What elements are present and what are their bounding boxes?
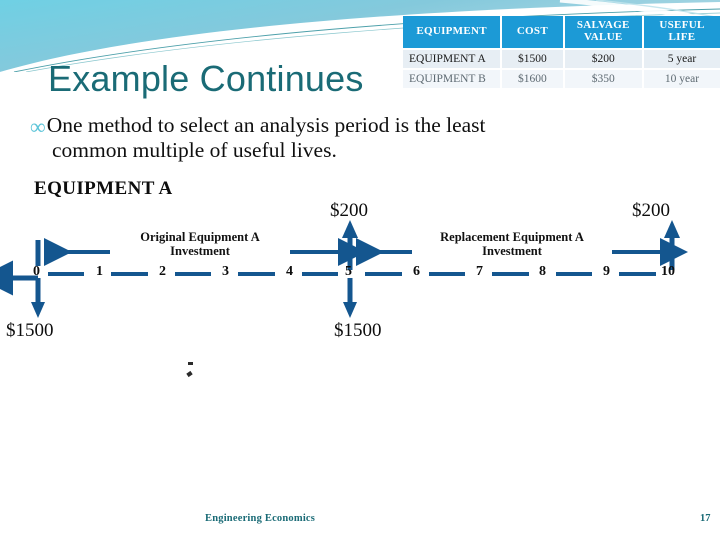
column-header-cost: COST bbox=[501, 16, 565, 51]
cell-equipment-name: EQUIPMENT B bbox=[403, 69, 503, 91]
bullet-line-1: One method to select an analysis period … bbox=[46, 113, 486, 137]
bullet-glyph-icon: ∞ bbox=[30, 114, 46, 139]
content-placeholder-upper bbox=[36, 358, 198, 380]
tick-label-10: 10 bbox=[661, 264, 675, 279]
tick-label-5: 5 bbox=[345, 264, 352, 279]
bullet-text: ∞One method to select an analysis period… bbox=[30, 113, 675, 164]
cell-equipment-name: EQUIPMENT A bbox=[403, 49, 503, 71]
tick-label-7: 7 bbox=[476, 264, 483, 279]
table-row: EQUIPMENT B $1600 $350 10 year bbox=[403, 69, 720, 91]
column-header-useful-life: USEFUL LIFE bbox=[642, 16, 720, 51]
table-header: EQUIPMENT COST SALVAGE VALUE USEFUL LIFE bbox=[403, 16, 720, 51]
useful-header-line1: USEFUL bbox=[659, 19, 705, 31]
footer-page-number: 17 bbox=[700, 513, 711, 524]
bullet-block: ∞One method to select an analysis period… bbox=[30, 113, 675, 164]
cell-cost: $1500 bbox=[501, 49, 565, 71]
useful-header-line2: LIFE bbox=[668, 30, 696, 43]
tick-label-0: 0 bbox=[33, 264, 40, 279]
content-placeholder-lower bbox=[36, 386, 366, 472]
table-header-row: EQUIPMENT COST SALVAGE VALUE USEFUL LIFE bbox=[403, 16, 720, 51]
cell-salvage-value: $200 bbox=[563, 49, 644, 71]
equipment-table: EQUIPMENT COST SALVAGE VALUE USEFUL LIFE… bbox=[403, 16, 720, 91]
tick-label-1: 1 bbox=[96, 264, 103, 279]
table-row: EQUIPMENT A $1500 $200 5 year bbox=[403, 49, 720, 71]
artifact-mark bbox=[188, 362, 193, 365]
cell-cost: $1600 bbox=[501, 69, 565, 91]
column-header-equipment: EQUIPMENT bbox=[403, 16, 503, 51]
footer-course-name: Engineering Economics bbox=[205, 513, 316, 524]
table-body: EQUIPMENT A $1500 $200 5 year EQUIPMENT … bbox=[403, 49, 720, 91]
tick-label-3: 3 bbox=[222, 264, 229, 279]
tick-label-9: 9 bbox=[603, 264, 610, 279]
bullet-line-2: common multiple of useful lives. bbox=[52, 138, 337, 163]
salvage-header-line1: SALVAGE bbox=[576, 19, 630, 31]
timeline-tick-labels: 0 1 2 3 4 5 6 7 8 9 10 bbox=[0, 264, 720, 284]
page-title: Example Continues bbox=[48, 58, 364, 99]
cell-useful-life: 5 year bbox=[642, 49, 720, 71]
cell-useful-life: 10 year bbox=[642, 69, 720, 91]
tick-label-8: 8 bbox=[539, 264, 546, 279]
column-header-salvage-value: SALVAGE VALUE bbox=[563, 16, 644, 51]
cell-salvage-value: $350 bbox=[563, 69, 644, 91]
cash-flow-diagram: EQUIPMENT A $200 $200 $1500 $1500 Origin… bbox=[0, 178, 720, 363]
tick-label-4: 4 bbox=[286, 264, 293, 279]
tick-label-2: 2 bbox=[159, 264, 166, 279]
tick-label-6: 6 bbox=[413, 264, 420, 279]
salvage-header-line2: VALUE bbox=[583, 30, 623, 43]
